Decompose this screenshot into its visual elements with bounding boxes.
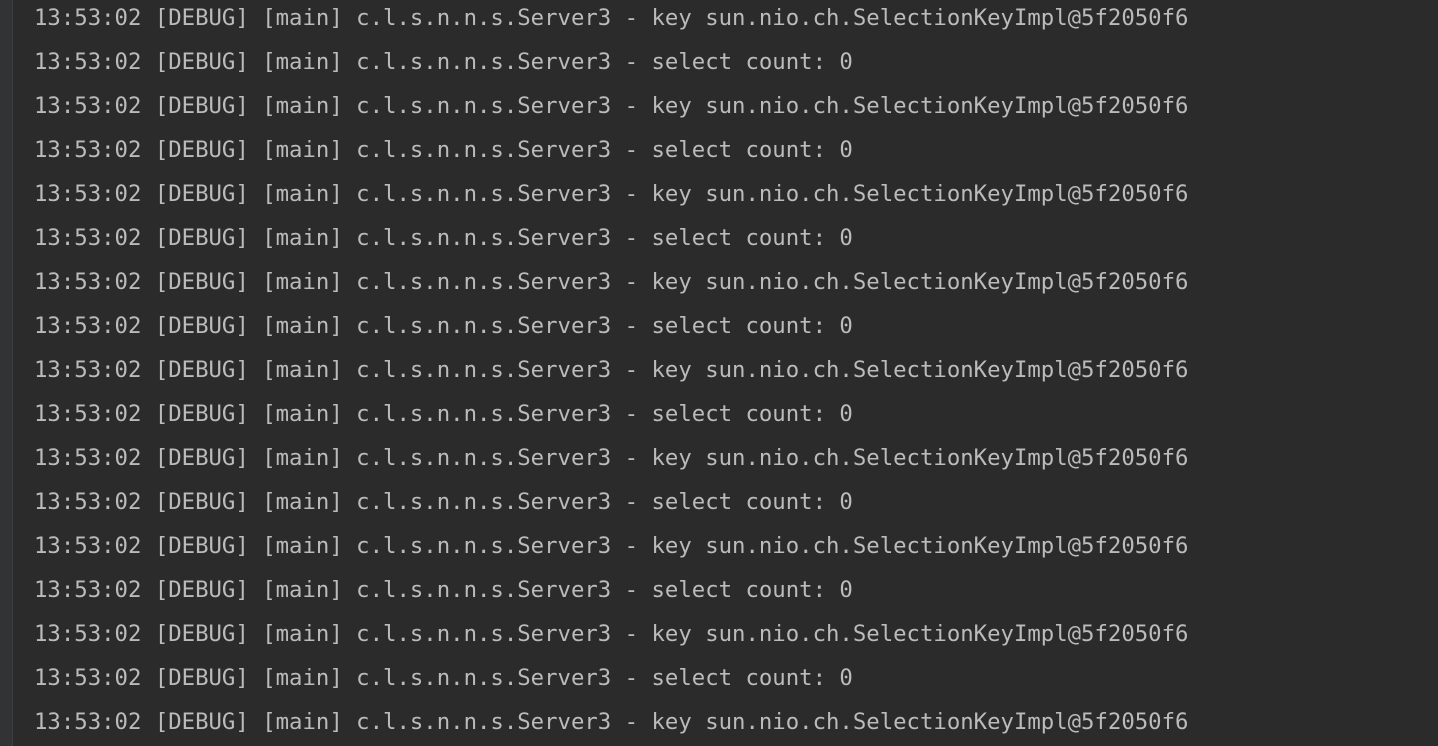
log-line: 13:53:02 [DEBUG] [main] c.l.s.n.n.s.Serv… [34, 181, 1189, 207]
log-line: 13:53:02 [DEBUG] [main] c.l.s.n.n.s.Serv… [34, 269, 1189, 295]
log-line: 13:53:02 [DEBUG] [main] c.l.s.n.n.s.Serv… [34, 93, 1189, 119]
log-line: 13:53:02 [DEBUG] [main] c.l.s.n.n.s.Serv… [34, 533, 1189, 559]
log-line: 13:53:02 [DEBUG] [main] c.l.s.n.n.s.Serv… [34, 489, 853, 515]
log-lines: 13:53:02 [DEBUG] [main] c.l.s.n.n.s.Serv… [34, 0, 1188, 746]
log-line: 13:53:02 [DEBUG] [main] c.l.s.n.n.s.Serv… [34, 401, 853, 427]
console-output[interactable]: 13:53:02 [DEBUG] [main] c.l.s.n.n.s.Serv… [0, 0, 1438, 746]
log-line: 13:53:02 [DEBUG] [main] c.l.s.n.n.s.Serv… [34, 5, 1189, 31]
log-line: 13:53:02 [DEBUG] [main] c.l.s.n.n.s.Serv… [34, 621, 1189, 647]
log-line: 13:53:02 [DEBUG] [main] c.l.s.n.n.s.Serv… [34, 445, 1189, 471]
log-line: 13:53:02 [DEBUG] [main] c.l.s.n.n.s.Serv… [34, 665, 853, 691]
log-line: 13:53:02 [DEBUG] [main] c.l.s.n.n.s.Serv… [34, 709, 1189, 735]
log-line: 13:53:02 [DEBUG] [main] c.l.s.n.n.s.Serv… [34, 137, 853, 163]
log-line: 13:53:02 [DEBUG] [main] c.l.s.n.n.s.Serv… [34, 225, 853, 251]
log-line: 13:53:02 [DEBUG] [main] c.l.s.n.n.s.Serv… [34, 49, 853, 75]
log-line: 13:53:02 [DEBUG] [main] c.l.s.n.n.s.Serv… [34, 313, 853, 339]
console-gutter [0, 0, 13, 746]
log-line: 13:53:02 [DEBUG] [main] c.l.s.n.n.s.Serv… [34, 357, 1189, 383]
log-line: 13:53:02 [DEBUG] [main] c.l.s.n.n.s.Serv… [34, 577, 853, 603]
